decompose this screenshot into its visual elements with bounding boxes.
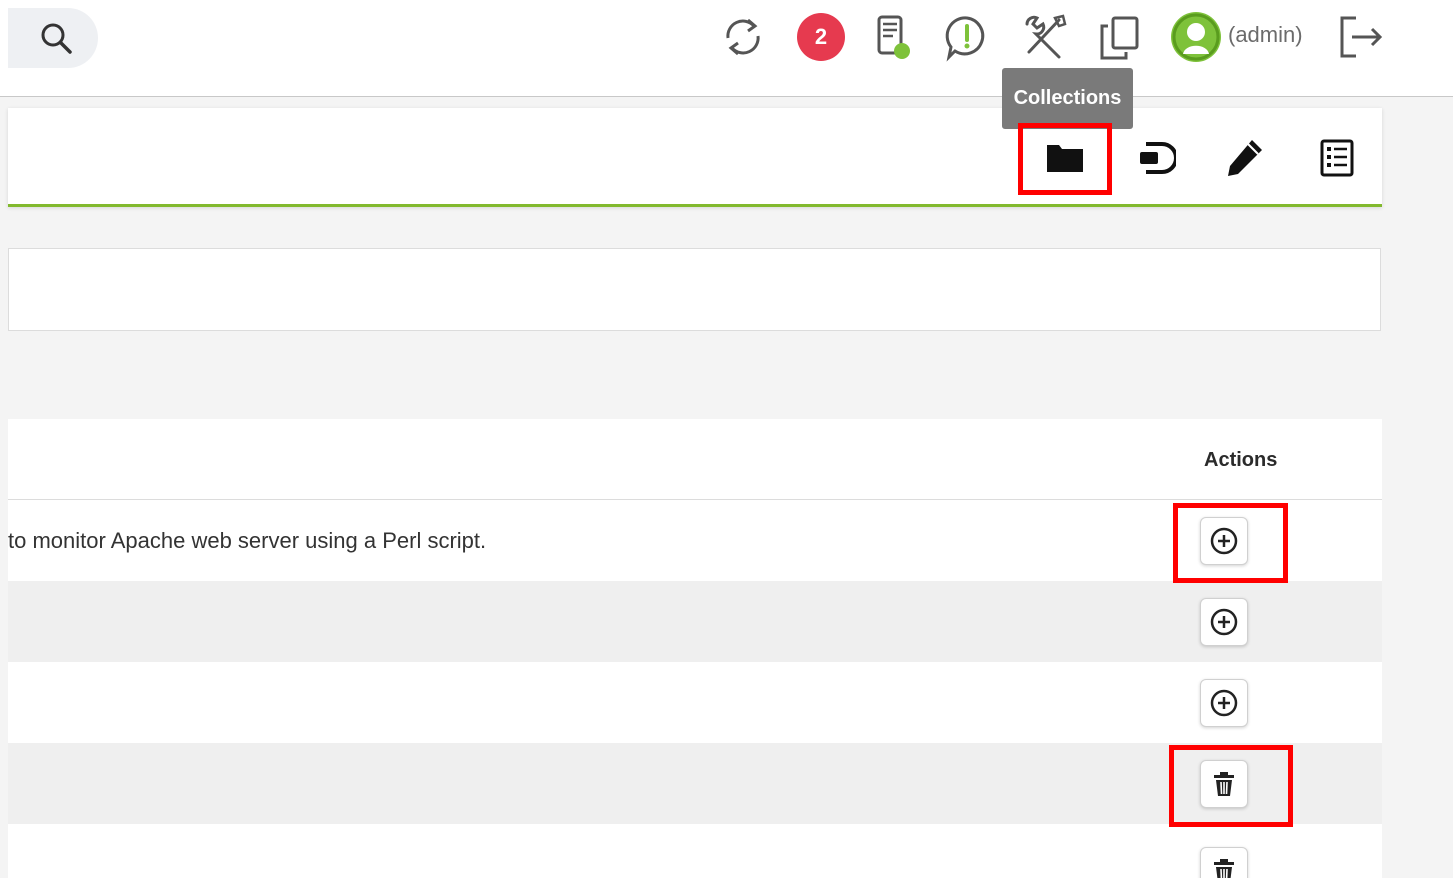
logout-icon bbox=[1340, 16, 1383, 58]
server-status-button[interactable] bbox=[868, 12, 918, 62]
copy-button[interactable] bbox=[1096, 12, 1146, 62]
highlight-delete-action bbox=[1169, 745, 1293, 827]
search-icon bbox=[41, 23, 72, 54]
trash-icon bbox=[1214, 859, 1234, 878]
header-panel bbox=[8, 108, 1382, 207]
plugin-button[interactable] bbox=[1132, 136, 1178, 180]
refresh-button[interactable] bbox=[718, 12, 768, 62]
user-avatar[interactable] bbox=[1171, 12, 1221, 62]
delete-button[interactable] bbox=[1200, 847, 1248, 878]
table-row bbox=[8, 662, 1382, 743]
table-row bbox=[8, 581, 1382, 662]
empty-panel bbox=[8, 248, 1381, 331]
copy-icon bbox=[1100, 16, 1139, 60]
user-avatar-icon bbox=[1172, 13, 1220, 61]
add-button[interactable] bbox=[1200, 598, 1248, 646]
add-button[interactable] bbox=[1200, 679, 1248, 727]
table-row bbox=[8, 824, 1382, 878]
top-bar: 2 (admin) bbox=[0, 0, 1453, 97]
add-circle-icon bbox=[1210, 608, 1238, 636]
list-button[interactable] bbox=[1315, 136, 1359, 180]
server-status-icon bbox=[877, 15, 910, 59]
row-description: to monitor Apache web server using a Per… bbox=[8, 528, 487, 553]
collections-tooltip: Collections bbox=[1002, 68, 1133, 129]
alert-icon bbox=[945, 16, 985, 62]
list-icon bbox=[1320, 139, 1354, 177]
highlight-add-action bbox=[1173, 503, 1288, 583]
plugin-icon bbox=[1140, 142, 1178, 174]
logout-button[interactable] bbox=[1336, 12, 1386, 62]
alert-button[interactable] bbox=[942, 12, 992, 62]
tools-button[interactable] bbox=[1019, 12, 1069, 62]
notification-badge[interactable]: 2 bbox=[797, 13, 845, 61]
edit-button[interactable] bbox=[1222, 136, 1266, 180]
highlight-collections bbox=[1018, 123, 1112, 195]
add-circle-icon bbox=[1210, 689, 1238, 717]
tools-icon bbox=[1025, 14, 1067, 59]
pencil-icon bbox=[1228, 140, 1262, 176]
actions-column-header: Actions bbox=[1204, 449, 1278, 471]
table-header: Actions bbox=[8, 419, 1382, 500]
search-button[interactable] bbox=[8, 8, 98, 68]
refresh-icon bbox=[726, 18, 760, 56]
user-label[interactable]: (admin) bbox=[1228, 22, 1303, 48]
